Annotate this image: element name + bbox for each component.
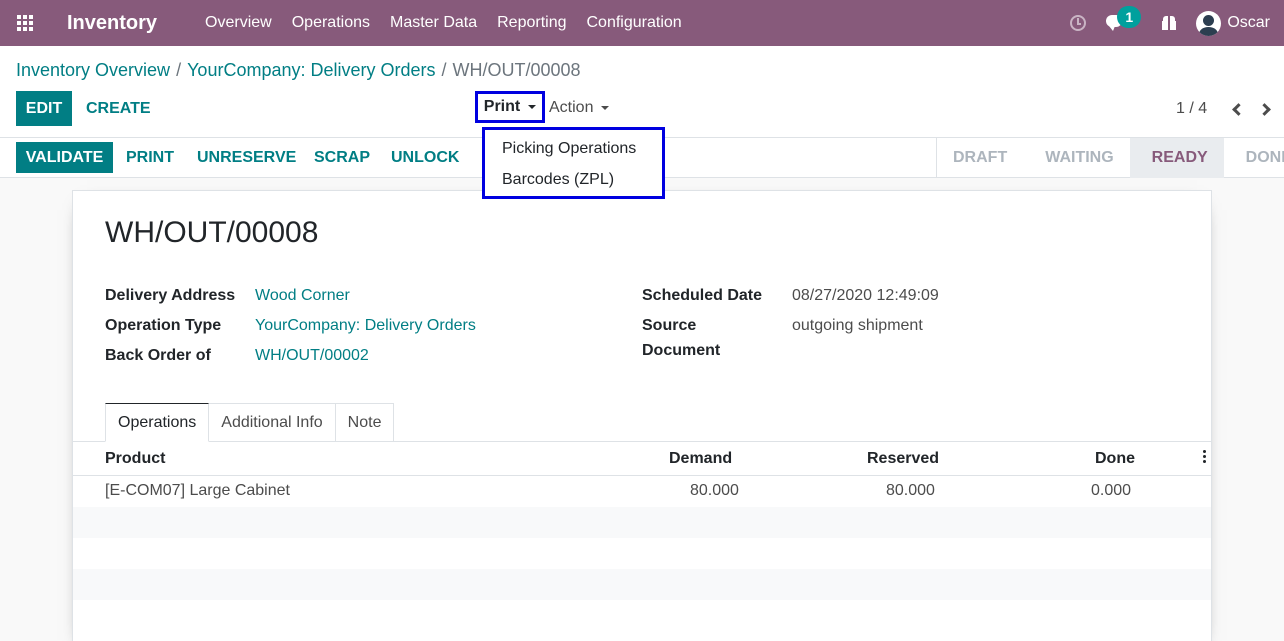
column-demand[interactable]: Demand: [669, 450, 732, 468]
back-order-label: Back Order of: [105, 347, 211, 364]
empty-row: [73, 507, 1211, 538]
cell-reserved: 80.000: [886, 482, 935, 499]
gift-icon[interactable]: [1162, 0, 1196, 46]
breadcrumb-current: WH/OUT/00008: [452, 60, 581, 80]
empty-row: [73, 569, 1211, 600]
messaging-menu[interactable]: 1: [1106, 0, 1146, 46]
caret-down-icon: [601, 106, 610, 110]
pager-previous-icon[interactable]: [1232, 103, 1245, 116]
stage-waiting: WAITING: [1023, 138, 1129, 178]
print-dropdown-menu: Picking Operations Barcodes (ZPL): [482, 127, 665, 199]
user-menu[interactable]: Oscar: [1227, 14, 1270, 32]
action-label: Action: [549, 99, 594, 116]
optional-columns-icon[interactable]: [1203, 450, 1206, 465]
menu-overview[interactable]: Overview: [195, 0, 282, 46]
table-row[interactable]: [E-COM07] Large Cabinet 80.000 80.000 0.…: [73, 476, 1211, 507]
apps-menu-icon[interactable]: [0, 0, 50, 46]
operation-type-label: Operation Type: [105, 317, 222, 334]
main-menu: Overview Operations Master Data Reportin…: [195, 0, 692, 46]
operation-type-link[interactable]: YourCompany: Delivery Orders: [255, 317, 476, 335]
empty-row: [73, 538, 1211, 569]
unreserve-button[interactable]: UNRESERVE: [197, 149, 296, 167]
stage-waiting-label: WAITING: [1045, 149, 1114, 166]
validate-button[interactable]: VALIDATE: [16, 142, 113, 173]
breadcrumb-separator: /: [176, 60, 182, 80]
scheduled-date-value: 08/27/2020 12:49:09: [792, 287, 939, 304]
tab-note[interactable]: Note: [335, 403, 395, 442]
menu-configuration[interactable]: Configuration: [577, 0, 692, 46]
tab-operations[interactable]: Operations: [105, 403, 210, 442]
breadcrumb-separator: /: [441, 60, 447, 80]
breadcrumb-delivery-orders[interactable]: YourCompany: Delivery Orders: [187, 60, 435, 81]
pager-value[interactable]: 1 / 4: [1176, 100, 1207, 118]
stage-draft-label: DRAFT: [953, 149, 1008, 166]
source-document-value: outgoing shipment: [792, 317, 923, 334]
scheduled-date-label: Scheduled Date: [642, 287, 763, 304]
column-reserved[interactable]: Reserved: [867, 450, 939, 468]
source-document-label-line1: Source: [642, 317, 697, 334]
caret-down-icon: [528, 105, 537, 109]
tab-additional-info[interactable]: Additional Info: [209, 403, 336, 442]
create-button[interactable]: CREATE: [86, 100, 151, 118]
print-button[interactable]: PRINT: [126, 149, 174, 167]
form-sheet: WH/OUT/00008 Delivery Address Wood Corne…: [72, 190, 1212, 641]
activity-clock-icon[interactable]: [1070, 0, 1106, 46]
menu-item-picking-operations[interactable]: Picking Operations: [485, 133, 662, 164]
menu-master-data[interactable]: Master Data: [380, 0, 487, 46]
stage-ready-label: READY: [1151, 149, 1208, 166]
source-document-label-line2: Document: [642, 342, 721, 359]
stage-done-label: DONE: [1245, 149, 1284, 166]
breadcrumb: Inventory Overview / YourCompany: Delive…: [16, 60, 581, 81]
app-brand[interactable]: Inventory: [67, 12, 157, 35]
menu-item-barcodes-zpl[interactable]: Barcodes (ZPL): [485, 164, 662, 195]
column-done[interactable]: Done: [1095, 450, 1135, 468]
cell-done: 0.000: [1091, 482, 1132, 499]
edit-button[interactable]: EDIT: [16, 91, 72, 126]
breadcrumb-inventory-overview[interactable]: Inventory Overview: [16, 60, 170, 81]
print-label: Print: [483, 98, 521, 115]
print-dropdown-button[interactable]: Print: [475, 91, 545, 123]
menu-operations[interactable]: Operations: [282, 0, 380, 46]
action-dropdown-button[interactable]: Action: [549, 99, 610, 117]
delivery-address-link[interactable]: Wood Corner: [255, 287, 350, 305]
cell-demand: 80.000: [690, 482, 739, 499]
notebook-tabs: Operations Additional Info Note: [105, 403, 395, 442]
chat-count-badge: 1: [1117, 6, 1142, 28]
stage-done: DONE: [1224, 138, 1284, 178]
menu-reporting[interactable]: Reporting: [487, 0, 576, 46]
record-title: WH/OUT/00008: [105, 216, 319, 249]
scrap-button[interactable]: SCRAP: [314, 149, 370, 167]
delivery-address-label: Delivery Address: [105, 287, 236, 304]
table-header: Product Demand Reserved Done: [73, 442, 1211, 476]
column-product[interactable]: Product: [105, 450, 165, 468]
back-order-link[interactable]: WH/OUT/00002: [255, 347, 369, 365]
stage-draft: DRAFT: [936, 138, 1023, 178]
cell-product: [E-COM07] Large Cabinet: [105, 482, 290, 499]
status-bar: DRAFT WAITING READY DONE: [936, 138, 1284, 178]
navbar-systray: 1 Oscar: [1070, 0, 1284, 46]
stage-ready: READY: [1129, 138, 1224, 178]
top-navbar: Inventory Overview Operations Master Dat…: [0, 0, 1284, 46]
pager-next-icon[interactable]: [1258, 103, 1271, 116]
unlock-button[interactable]: UNLOCK: [391, 149, 459, 167]
user-avatar[interactable]: [1196, 10, 1222, 36]
